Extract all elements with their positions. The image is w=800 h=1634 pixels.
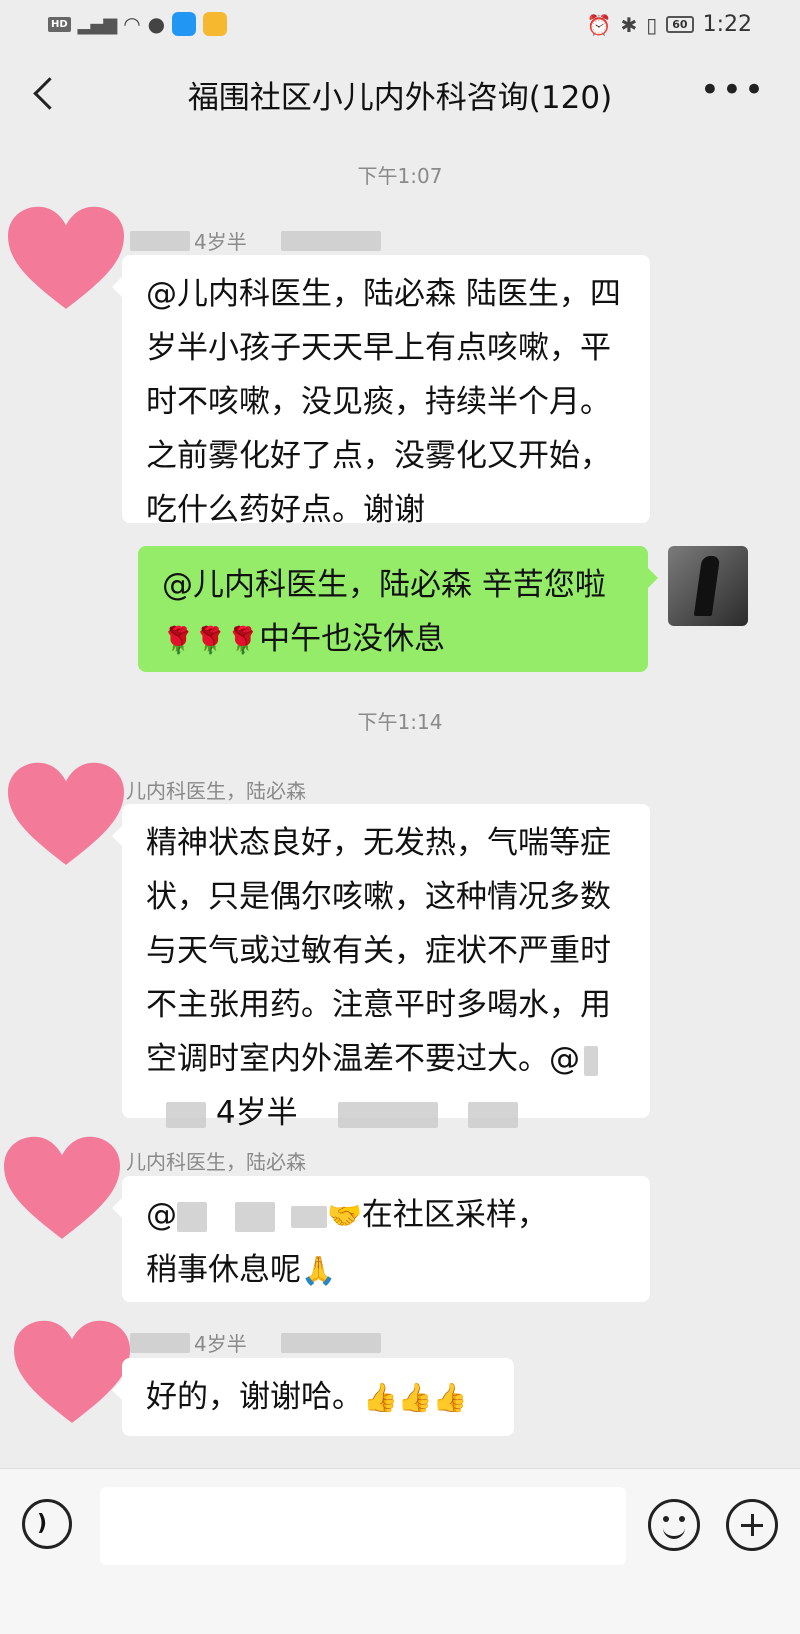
blurred-mention	[235, 1201, 275, 1232]
sender-name: 4岁半	[130, 1328, 381, 1357]
message-line: 吃什么药好点。谢谢	[146, 492, 425, 528]
sender-suffix: 4岁半	[194, 1332, 247, 1356]
message-line: @ 🤝在社区采样，	[146, 1197, 548, 1233]
sender-name: 儿内科医生，陆必森	[126, 779, 306, 803]
sender-suffix: 4岁半	[194, 230, 247, 254]
voice-button[interactable]: )	[22, 1499, 72, 1549]
smiley-icon	[663, 1516, 669, 1522]
person-silhouette-icon	[693, 556, 721, 616]
message-line: 状，只是偶尔咳嗽，这种情况多数	[146, 879, 611, 915]
signal-icon: ▂▄▆	[77, 13, 118, 35]
blurred-mention	[177, 1201, 207, 1232]
chat-title: 福围社区小儿内外科咨询(120)	[187, 80, 613, 116]
wifi-icon: ◠	[123, 12, 141, 36]
message-line: 岁半小孩子天天早上有点咳嗽，平	[146, 330, 611, 366]
battery-icon: 60	[666, 16, 694, 33]
message-line: 与天气或过敏有关，症状不严重时	[146, 933, 611, 969]
blurred-name	[130, 230, 190, 251]
sender-name: 4岁半	[130, 226, 381, 255]
message-line: 精神状态良好，无发热，气喘等症	[146, 825, 611, 861]
blurred-mention	[337, 1101, 438, 1128]
message-line: 时不咳嗽，没见痰，持续半个月。	[146, 384, 611, 420]
heart-icon	[8, 206, 124, 309]
avatar[interactable]	[8, 760, 124, 870]
handshake-icon: 🤝	[327, 1199, 362, 1232]
alarm-icon: ⏰	[586, 12, 612, 37]
rose-icon: 🌹🌹🌹	[162, 626, 260, 656]
message-bubble[interactable]: @儿内科医生，陆必森 陆医生，四 岁半小孩子天天早上有点咳嗽，平 时不咳嗽，没见…	[112, 255, 650, 528]
blurred-mention	[584, 1045, 598, 1076]
message-line: 稍事休息呢🙏	[146, 1252, 336, 1288]
bluetooth-icon: ✱	[620, 12, 638, 37]
voice-icon: )	[37, 1511, 48, 1536]
hd-indicator: HD	[48, 16, 71, 32]
app-notification-icon	[172, 12, 197, 36]
heart-icon	[8, 762, 124, 865]
message-line: @儿内科医生，陆必森 陆医生，四	[146, 276, 621, 312]
blurred-mention	[467, 1101, 518, 1128]
avatar[interactable]	[4, 1134, 120, 1244]
avatar[interactable]	[8, 204, 124, 314]
sender-name: 儿内科医生，陆必森	[126, 1150, 306, 1174]
heart-icon	[4, 1136, 120, 1239]
timestamp: 下午1:14	[357, 710, 443, 734]
avatar[interactable]	[14, 1318, 130, 1428]
blurred-mention	[291, 1205, 327, 1228]
more-options-button[interactable]: •••	[700, 70, 766, 110]
message-bubble-self[interactable]: @儿内科医生，陆必森 辛苦您啦 🌹🌹🌹中午也没休息	[138, 546, 658, 672]
message-line: 之前雾化好了点，没雾化又开始，	[146, 438, 611, 474]
emoji-button[interactable]	[648, 1499, 700, 1551]
message-line: 4岁半	[146, 1086, 626, 1140]
message-line: @儿内科医生，陆必森 辛苦您啦	[162, 567, 606, 603]
message-line: 空调时室内外温差不要过大。@	[146, 1032, 626, 1086]
pray-icon: 🙏	[301, 1254, 336, 1287]
app-notification-icon-2	[203, 12, 228, 36]
blurred-mention	[166, 1101, 206, 1128]
input-bar: )	[0, 1468, 800, 1634]
message-bubble[interactable]: 精神状态良好，无发热，气喘等症 状，只是偶尔咳嗽，这种情况多数 与天气或过敏有关…	[112, 804, 650, 1131]
blurred-name	[130, 1332, 190, 1353]
self-avatar[interactable]	[668, 546, 748, 626]
wechat-icon: ●	[147, 12, 166, 36]
vibrate-icon: ▯	[646, 12, 658, 37]
blurred-name	[280, 230, 381, 251]
status-bar: HD ▂▄▆ ◠ ● ⏰ ✱ ▯ 60 1:22	[0, 0, 800, 52]
more-button[interactable]	[726, 1499, 778, 1551]
heart-icon	[14, 1320, 130, 1423]
timestamp: 下午1:07	[357, 164, 443, 188]
chat-header: 福围社区小儿内外科咨询(120) •••	[0, 52, 800, 144]
message-bubble[interactable]: 好的，谢谢哈。👍👍👍	[112, 1358, 514, 1436]
message-line: 🌹🌹🌹中午也没休息	[162, 621, 446, 657]
blurred-name	[280, 1332, 381, 1353]
message-input[interactable]	[100, 1487, 626, 1565]
thumbs-up-icon: 👍👍👍	[363, 1381, 468, 1414]
status-time: 1:22	[702, 12, 752, 37]
message-line: 不主张用药。注意平时多喝水，用	[146, 987, 611, 1023]
message-bubble[interactable]: @ 🤝在社区采样， 稍事休息呢🙏	[112, 1176, 650, 1302]
message-line: 好的，谢谢哈。👍👍👍	[146, 1379, 468, 1415]
